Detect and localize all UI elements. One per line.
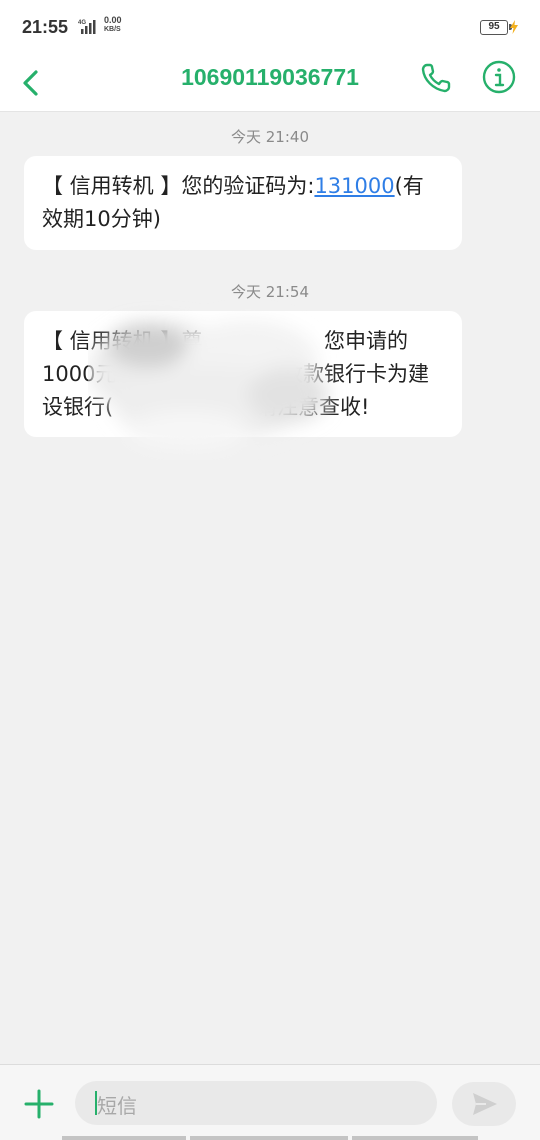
conversation-header: 10690119036771 [0,54,540,112]
input-placeholder: 短信 [97,1094,137,1118]
message-input[interactable]: 短信 [75,1081,437,1125]
message-line: 【 信用转机 】尊 您申请的 [42,329,408,353]
message-bubble[interactable]: 【 信用转机 】您的验证码为:131000(有效期10分钟) [24,156,462,250]
battery-icon: 95 [480,20,512,35]
message-timestamp: 今天 21:40 [231,128,309,146]
chevron-left-icon[interactable] [16,62,46,102]
composer-bar: 短信 [0,1064,540,1140]
message-timestamp: 今天 21:54 [231,283,309,301]
nav-hint-bar [62,1136,478,1140]
send-icon [473,1093,497,1115]
message-bubble[interactable]: 【 信用转机 】尊 您申请的 1000元已 收款银行卡为建 设银行( 请注意查收… [24,311,462,437]
status-time: 21:55 [22,17,69,37]
verification-code-link[interactable]: 131000 [314,174,394,198]
status-bar: 21:55 4G 0.00 KB/S 95 [0,0,540,54]
info-icon[interactable] [481,59,517,95]
signal-icon: 4G [78,20,96,34]
phone-icon[interactable] [418,60,454,96]
message-line: 1000元已 收款银行卡为建 [42,362,429,386]
message-line: 设银行( 请注意查收! [42,395,370,419]
message-text: 【 信用转机 】您的验证码为: [42,174,315,198]
network-speed: 0.00 KB/S [104,15,122,34]
plus-icon[interactable] [22,1087,56,1121]
contact-number: 10690119036771 [181,64,359,90]
send-button[interactable] [452,1082,516,1126]
svg-text:4G: 4G [78,20,86,26]
charging-icon [510,20,518,34]
